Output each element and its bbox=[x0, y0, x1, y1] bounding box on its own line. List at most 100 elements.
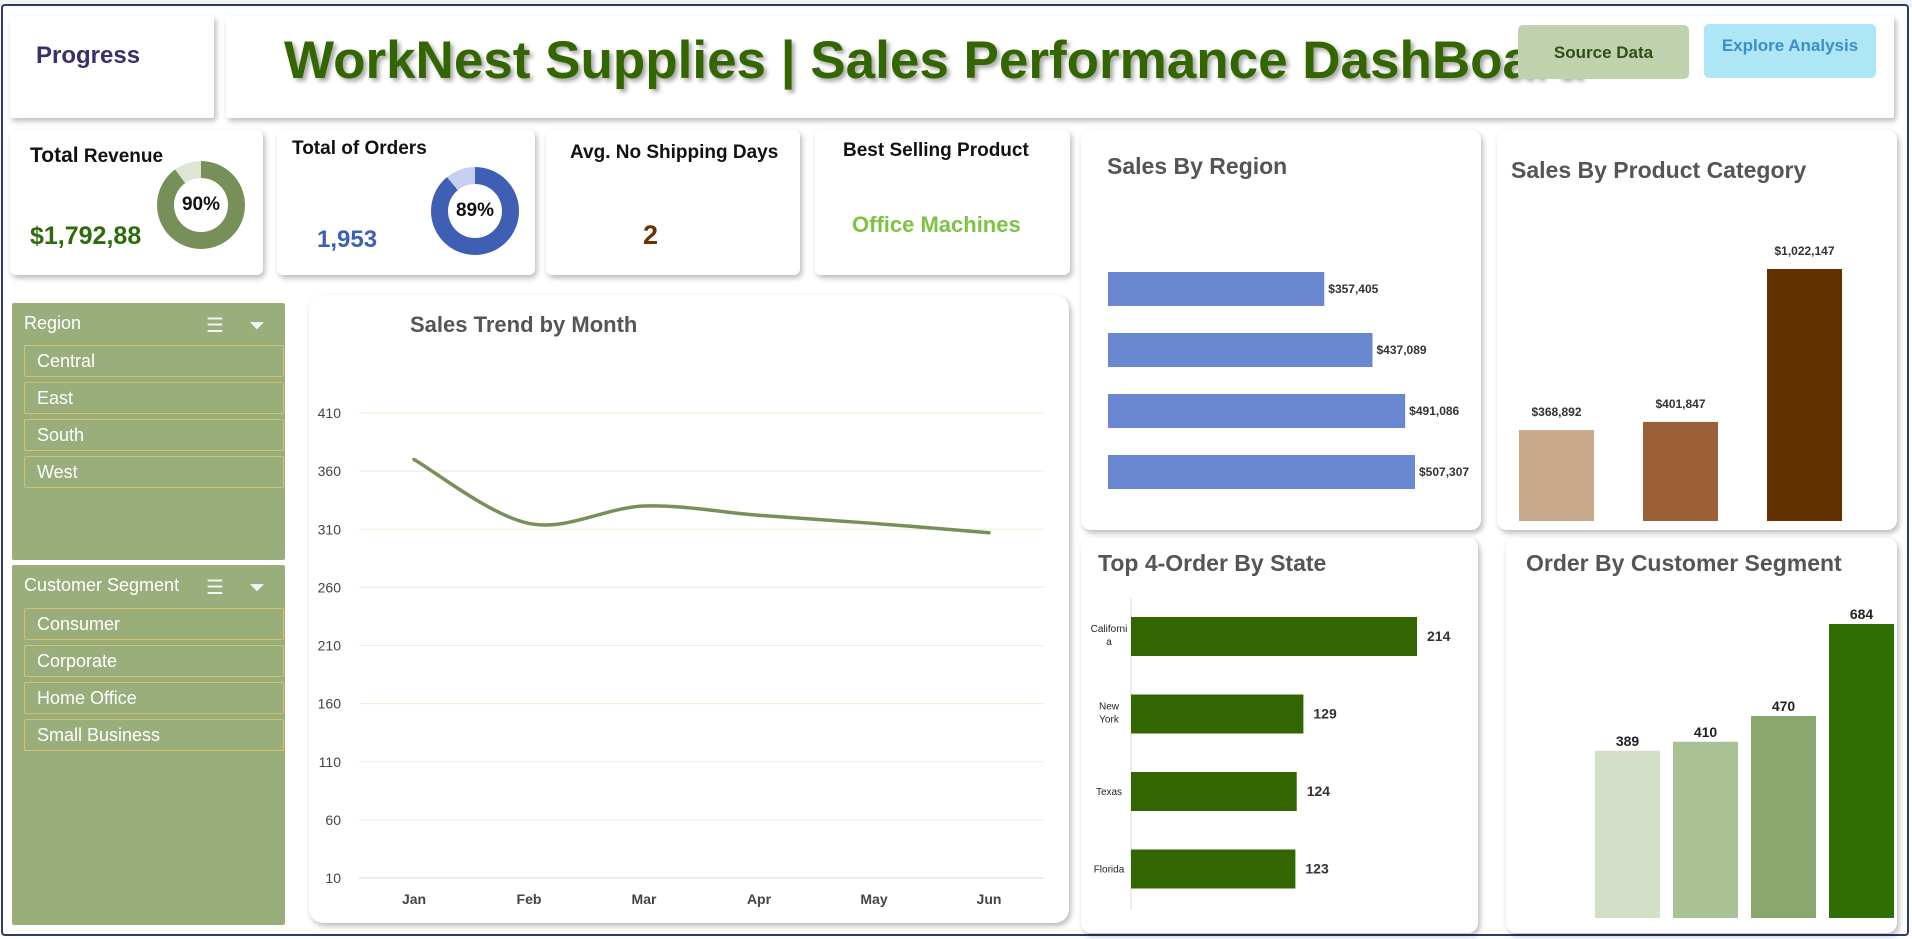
sales-by-category-card: Sales By Product Category $368,892 $401,8… bbox=[1497, 130, 1897, 530]
y-tick-label: 160 bbox=[318, 696, 342, 712]
sales-trend-chart: 10 60 110 160 210 260 310 360 410 Jan Feb Mar Apr May… bbox=[318, 405, 1044, 907]
state-bar-label: 124 bbox=[1307, 783, 1331, 799]
clear-filter-icon[interactable]: ⏷ bbox=[244, 313, 270, 339]
state-bar bbox=[1131, 772, 1297, 811]
kpi-orders-title: Total of Orders bbox=[292, 138, 427, 159]
region-slicer: Region ☰ ⏷ Central East South West bbox=[12, 303, 285, 560]
y-tick-label: 10 bbox=[325, 870, 341, 886]
region-bar-label: $357,405 bbox=[1328, 282, 1378, 296]
revenue-donut-percent: 90% bbox=[174, 178, 228, 232]
category-bar-label: $401,847 bbox=[1655, 397, 1705, 411]
y-tick-label: 260 bbox=[318, 579, 342, 595]
segment-bar bbox=[1595, 750, 1660, 918]
explore-analysis-button[interactable]: Explore Analysis bbox=[1704, 24, 1876, 78]
category-bar-label: $368,892 bbox=[1531, 405, 1581, 419]
segment-item-corporate[interactable]: Corporate bbox=[24, 645, 284, 677]
y-tick-label: 360 bbox=[318, 463, 342, 479]
state-bar bbox=[1131, 849, 1296, 889]
y-tick-label: 310 bbox=[318, 521, 342, 537]
state-category-label: Florida bbox=[1094, 865, 1125, 876]
segment-bar bbox=[1751, 715, 1816, 918]
revenue-donut-chart: 90% bbox=[157, 161, 245, 249]
kpi-revenue-title: Total Revenue bbox=[30, 144, 163, 168]
progress-label: Progress bbox=[36, 42, 141, 69]
region-bar-label: $437,089 bbox=[1377, 343, 1427, 357]
orders-donut-percent: 89% bbox=[448, 184, 502, 238]
state-bar-label: 129 bbox=[1313, 706, 1337, 722]
orders-by-state-card: Top 4-Order By State 214 Californi a 129 New… bbox=[1081, 538, 1478, 933]
region-bar bbox=[1108, 333, 1373, 367]
category-bar-label: $1,022,147 bbox=[1774, 244, 1834, 258]
x-tick-label: May bbox=[860, 891, 887, 907]
sales-trend-card: Sales Trend by Month 10 60 110 160 210 260 310… bbox=[309, 295, 1069, 923]
y-tick-label: 110 bbox=[319, 754, 342, 770]
state-bar-label: 123 bbox=[1305, 861, 1329, 877]
y-tick-label: 210 bbox=[318, 638, 342, 654]
region-slicer-title: Region bbox=[24, 313, 82, 333]
state-category-label: Californi bbox=[1091, 624, 1128, 635]
progress-panel: Progress bbox=[10, 16, 214, 118]
state-bar-label: 214 bbox=[1427, 628, 1451, 644]
multi-select-icon[interactable]: ☰ bbox=[202, 575, 228, 601]
x-tick-label: Jun bbox=[977, 891, 1002, 907]
region-bar-label: $491,086 bbox=[1409, 404, 1459, 418]
sales-by-region-card: Sales By Region $357,405 $437,089 $491,086… bbox=[1081, 130, 1481, 530]
kpi-total-orders-card: Total of Orders 1,953 89% bbox=[277, 130, 535, 275]
source-data-button[interactable]: Source Data bbox=[1518, 25, 1689, 79]
segment-item-consumer[interactable]: Consumer bbox=[24, 608, 284, 640]
segment-bar-label: 684 bbox=[1850, 606, 1874, 622]
segment-slicer-title: Customer Segment bbox=[24, 575, 180, 595]
category-bar bbox=[1519, 430, 1594, 521]
x-tick-label: Jan bbox=[402, 891, 426, 907]
state-bar bbox=[1131, 694, 1304, 734]
kpi-best-value: Office Machines bbox=[852, 212, 1021, 237]
segment-bar-label: 410 bbox=[1694, 724, 1718, 740]
clear-filter-icon[interactable]: ⏷ bbox=[244, 575, 270, 601]
orders-by-state-chart: 214 Californi a 129 New York 124 Texas 123 Florid… bbox=[1091, 598, 1451, 910]
y-tick-label: 410 bbox=[318, 405, 342, 421]
segment-bar bbox=[1673, 741, 1738, 918]
state-category-label: New bbox=[1099, 702, 1120, 713]
orders-by-segment-card: Order By Customer Segment 389 410 470 684 bbox=[1506, 538, 1897, 933]
state-category-label: a bbox=[1106, 637, 1112, 648]
segment-item-home-office[interactable]: Home Office bbox=[24, 682, 284, 714]
kpi-revenue-title-word-2: Revenue bbox=[78, 146, 164, 167]
sales-by-category-chart: $368,892 $401,847 $1,022,147 bbox=[1519, 244, 1842, 521]
y-tick-label: 60 bbox=[325, 812, 341, 828]
sales-by-region-chart: $357,405 $437,089 $491,086 $507,307 bbox=[1108, 272, 1469, 489]
segment-bar-label: 389 bbox=[1616, 733, 1640, 749]
multi-select-icon[interactable]: ☰ bbox=[202, 313, 228, 339]
x-tick-label: Mar bbox=[632, 891, 657, 907]
category-bar bbox=[1643, 421, 1718, 521]
kpi-best-title: Best Selling Product bbox=[843, 140, 1029, 161]
dashboard-title: WorkNest Supplies | Sales Performance Da… bbox=[284, 31, 1586, 90]
segment-bar-label: 470 bbox=[1772, 698, 1796, 714]
kpi-best-product-card: Best Selling Product Office Machines bbox=[815, 130, 1070, 275]
kpi-total-revenue-card: Total Revenue $1,792,88 90% bbox=[10, 130, 263, 275]
segment-item-small-business[interactable]: Small Business bbox=[24, 719, 284, 751]
x-tick-label: Feb bbox=[517, 891, 542, 907]
region-bar bbox=[1108, 272, 1325, 306]
region-item-central[interactable]: Central bbox=[24, 345, 284, 377]
segment-bar bbox=[1829, 624, 1894, 918]
kpi-shipping-days-card: Avg. No Shipping Days 2 bbox=[546, 130, 800, 275]
region-item-east[interactable]: East bbox=[24, 382, 284, 414]
state-category-label: Texas bbox=[1096, 787, 1122, 798]
x-tick-label: Apr bbox=[747, 891, 772, 907]
orders-by-segment-chart: 389 410 470 684 bbox=[1595, 606, 1894, 918]
region-item-south[interactable]: South bbox=[24, 419, 284, 451]
kpi-shipping-title: Avg. No Shipping Days bbox=[570, 142, 779, 163]
orders-donut-chart: 89% bbox=[431, 167, 519, 255]
segment-slicer: Customer Segment ☰ ⏷ Consumer Corporate … bbox=[12, 565, 285, 925]
category-bar bbox=[1767, 269, 1842, 521]
region-bar bbox=[1108, 394, 1406, 428]
region-bar bbox=[1108, 455, 1415, 489]
region-bar-label: $507,307 bbox=[1419, 465, 1469, 479]
kpi-shipping-value: 2 bbox=[643, 220, 659, 250]
kpi-revenue-title-word-1: Total bbox=[30, 144, 79, 167]
sales-trend-line bbox=[412, 457, 991, 535]
kpi-revenue-value: $1,792,88 bbox=[30, 222, 142, 250]
region-item-west[interactable]: West bbox=[24, 456, 284, 488]
state-bar bbox=[1131, 617, 1417, 656]
state-category-label: York bbox=[1099, 715, 1120, 726]
